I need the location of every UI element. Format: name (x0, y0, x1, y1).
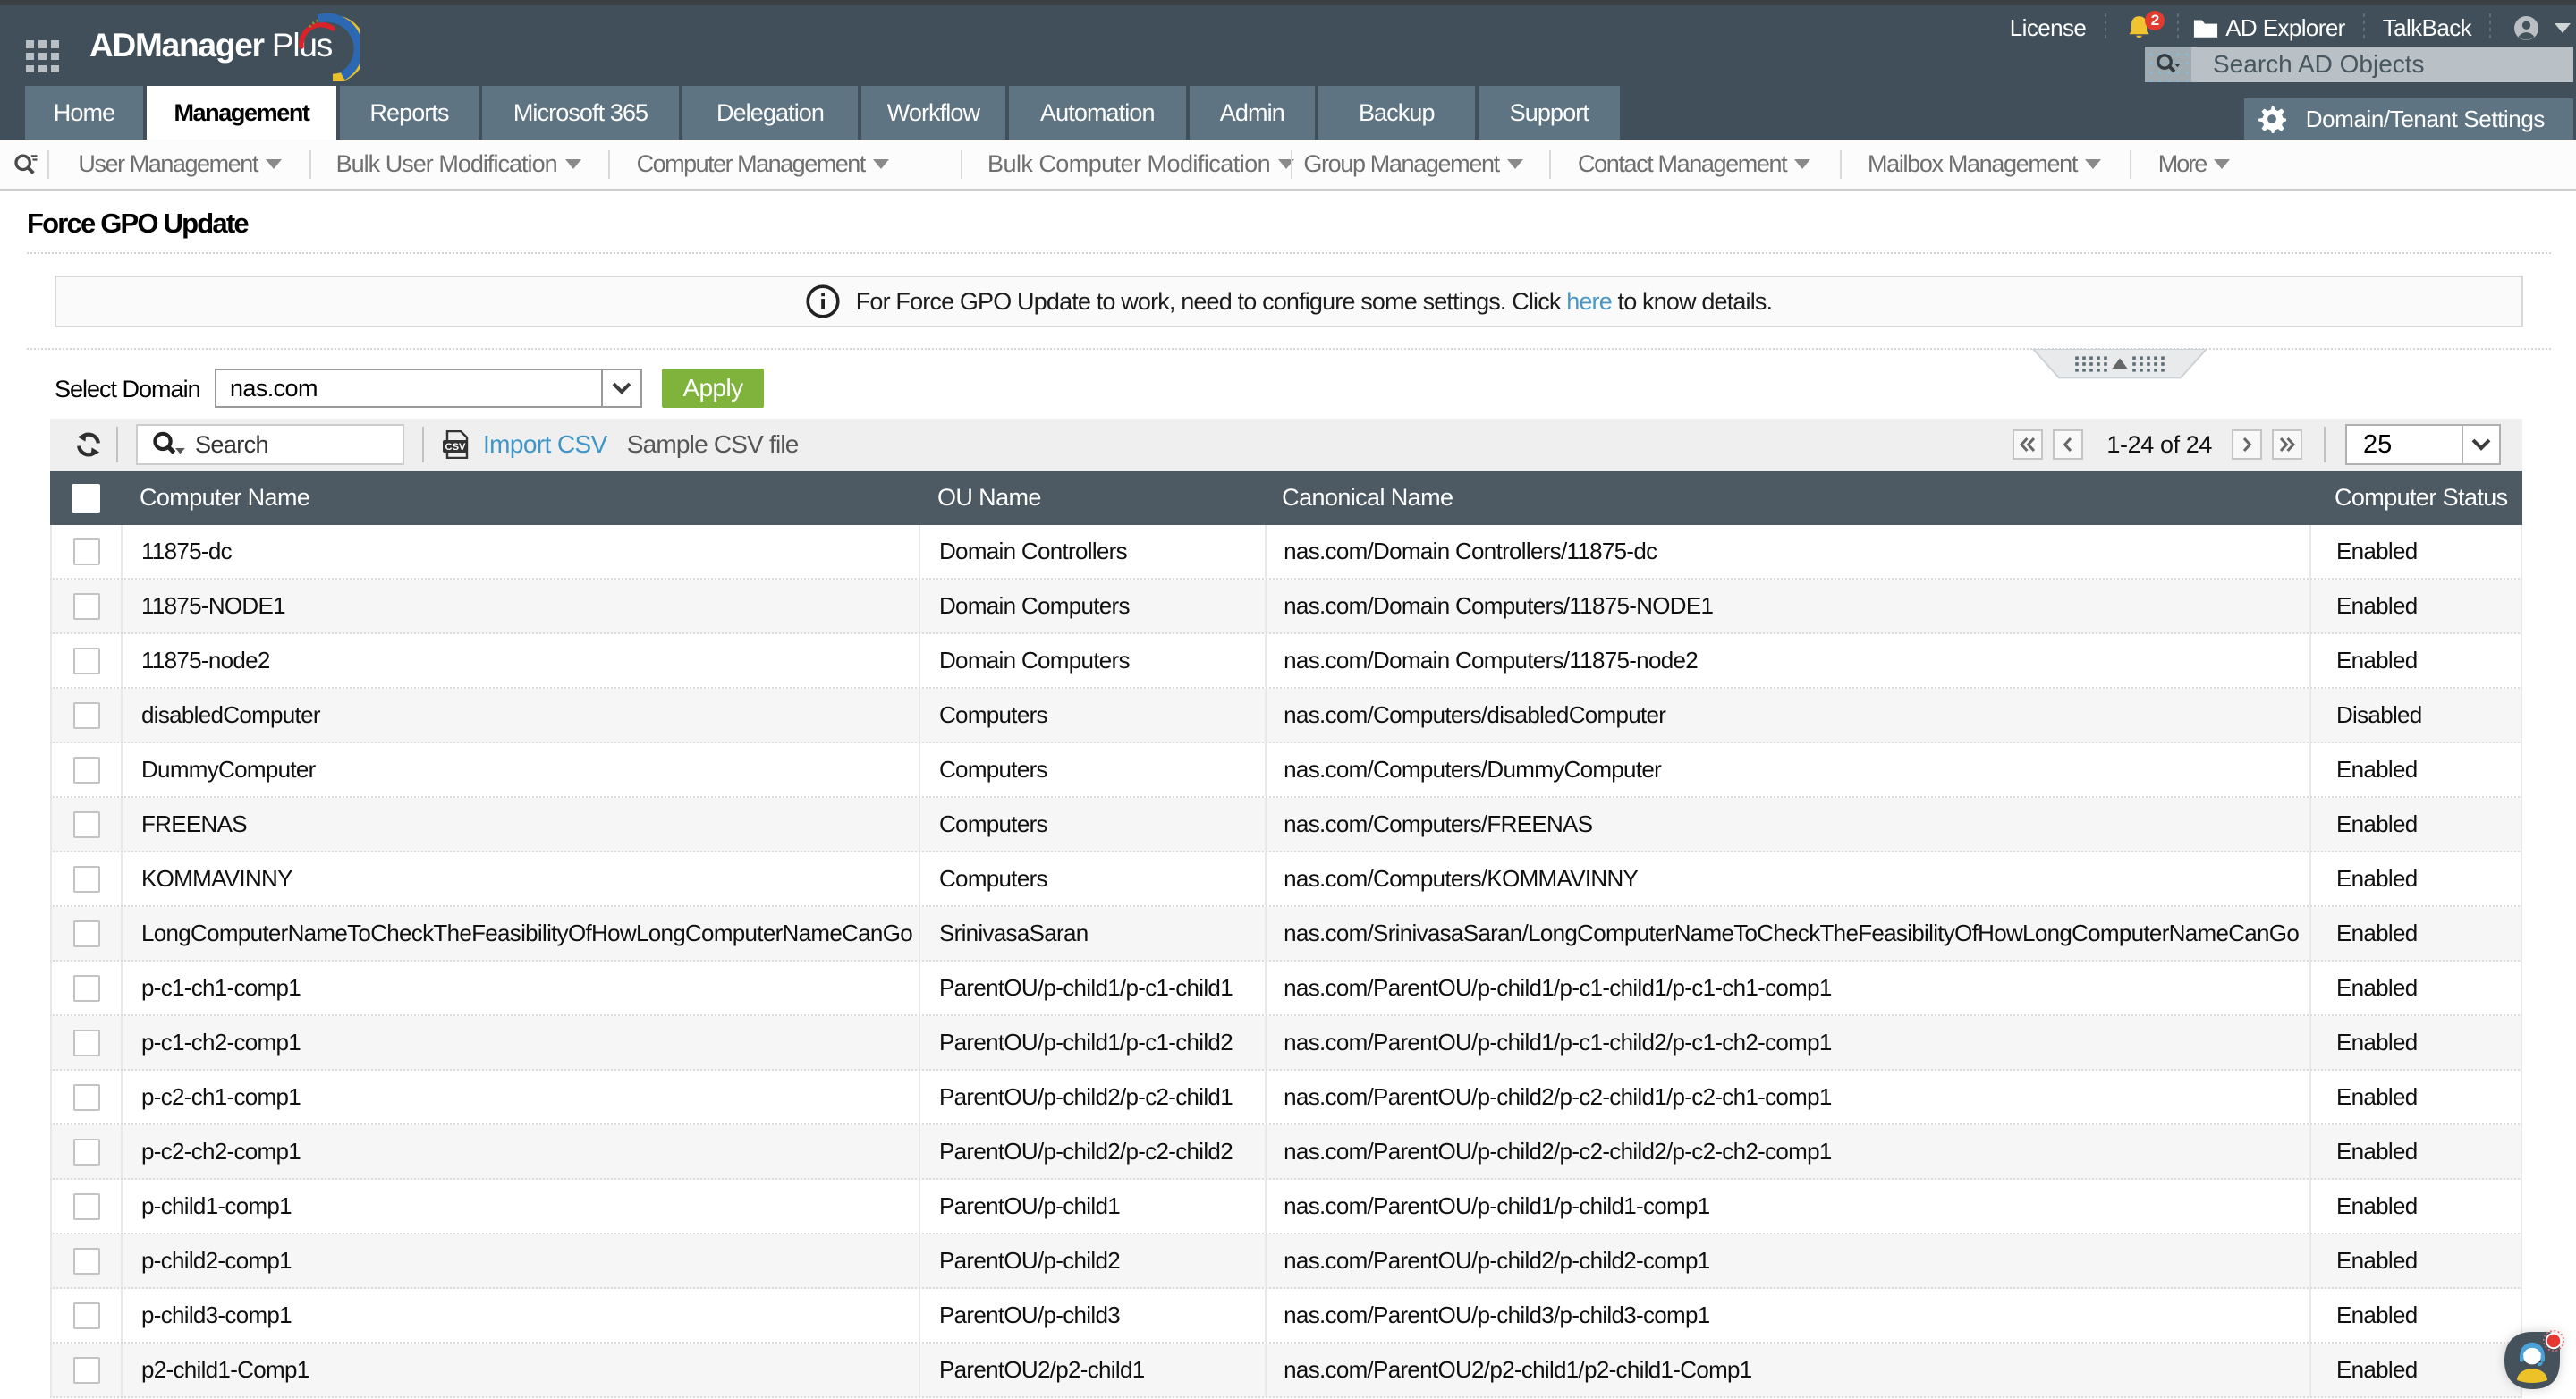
svg-text:CSV: CSV (445, 442, 466, 453)
